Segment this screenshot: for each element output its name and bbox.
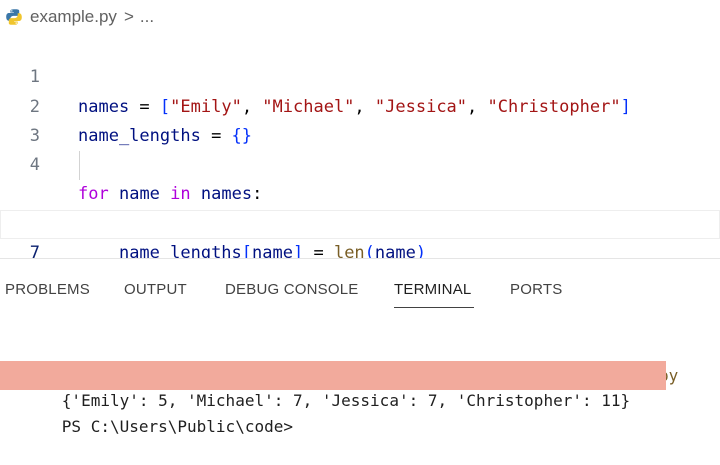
tab-output[interactable]: OUTPUT — [124, 281, 187, 298]
breadcrumb-file-name[interactable]: example.py — [30, 7, 117, 27]
breadcrumb-ellipsis[interactable]: ... — [140, 7, 154, 27]
terminal-output-line: {'Emily': 5, 'Michael': 7, 'Jessica': 7,… — [0, 360, 720, 410]
tab-terminal[interactable]: TERMINAL — [394, 281, 471, 298]
code-line-7[interactable]: 7 print(name_lengths) — [0, 209, 720, 292]
code-lines[interactable]: 1 names = ["Emily", "Michael", "Jessica"… — [0, 34, 720, 292]
code-line-3[interactable]: 3 — [0, 93, 720, 146]
breadcrumb: example.py > ... — [0, 0, 720, 34]
terminal[interactable]: PS C:\Users\Public\code> & C:/Users/Publ… — [0, 337, 720, 436]
breadcrumb-separator: > — [123, 7, 134, 26]
tab-ports[interactable]: PORTS — [510, 281, 562, 298]
terminal-line: PS C:\Users\Public\code> & C:/Users/Publ… — [0, 337, 720, 385]
code-line-5[interactable]: 5 name_lengths[name] = len(name) — [0, 151, 720, 263]
code-editor[interactable]: example.py > ... 1 names = ["Emily", "Mi… — [0, 0, 720, 292]
tab-debug-console[interactable]: DEBUG CONSOLE — [225, 281, 358, 298]
code-line-6[interactable]: 6 — [0, 180, 720, 234]
tab-problems[interactable]: PROBLEMS — [5, 281, 90, 298]
bottom-panel: PROBLEMS OUTPUT DEBUG CONSOLE TERMINAL P… — [0, 258, 720, 436]
code-line-1[interactable]: 1 names = ["Emily", "Michael", "Jessica"… — [0, 34, 720, 116]
indent-guide — [79, 151, 80, 181]
code-line-4[interactable]: 4 for name in names: — [0, 122, 720, 204]
active-tab-indicator — [394, 307, 474, 308]
panel-tabs: PROBLEMS OUTPUT DEBUG CONSOLE TERMINAL P… — [0, 259, 720, 321]
terminal-line: PS C:\Users\Public\code> — [0, 388, 720, 436]
terminal-prompt: PS C:\Users\Public\code> — [61, 416, 293, 436]
python-file-icon — [6, 9, 22, 25]
code-line-2[interactable]: 2 name_lengths = {} — [0, 63, 720, 146]
